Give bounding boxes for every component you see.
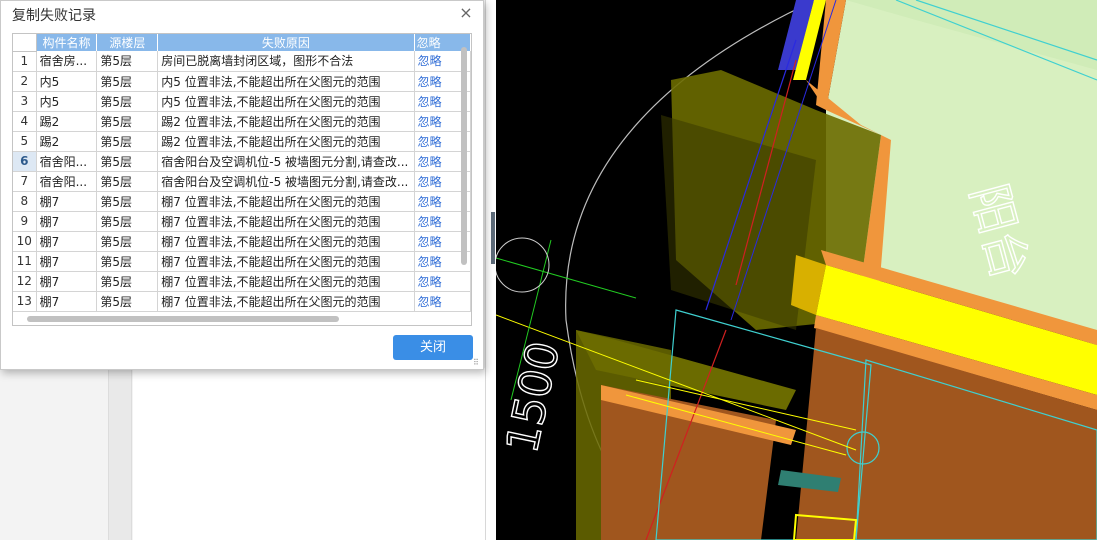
cell-source-floor[interactable]: 第5层 [96,291,159,312]
row-number: 10 [13,231,37,252]
cad-drawing: 阳台 1500 [496,0,1097,540]
cell-component-name[interactable]: 棚7 [36,231,98,252]
table-row[interactable]: 12 棚7 第5层 棚7 位置非法,不能超出所在父图元的范围 忽略 [13,271,471,292]
cell-component-name[interactable]: 踢2 [36,131,98,152]
cell-failure-reason[interactable]: 踢2 位置非法,不能超出所在父图元的范围 [157,131,415,152]
row-number: 5 [13,131,37,152]
close-button[interactable]: 关闭 [393,335,473,360]
row-number: 6 [13,151,37,172]
cell-failure-reason[interactable]: 宿舍阳台及空调机位-5 被墙图元分割,请查改... [157,171,415,192]
divider-handle[interactable] [491,212,495,264]
row-number: 4 [13,111,37,132]
table-corner [13,34,37,52]
cell-source-floor[interactable]: 第5层 [96,271,159,292]
column-header-floor[interactable]: 源楼层 [96,34,159,51]
cell-source-floor[interactable]: 第5层 [96,211,159,232]
cell-component-name[interactable]: 宿舍房... [36,51,98,72]
row-number: 9 [13,211,37,232]
row-number: 7 [13,171,37,192]
cell-source-floor[interactable]: 第5层 [96,71,159,92]
cell-failure-reason[interactable]: 房间已脱离墙封闭区域，图形不合法 [157,51,415,72]
copy-failure-dialog[interactable]: 复制失败记录 × 构件名称 源楼层 失败原因 忽略 1 宿舍房... 第5层 房间已脱… [0,0,484,370]
column-header-reason[interactable]: 失败原因 [157,34,415,51]
resize-grip-icon[interactable]: ⠿ [473,359,481,367]
cell-failure-reason[interactable]: 棚7 位置非法,不能超出所在父图元的范围 [157,291,415,312]
cell-source-floor[interactable]: 第5层 [96,51,159,72]
cell-source-floor[interactable]: 第5层 [96,131,159,152]
dimension-text: 1500 [497,337,570,457]
row-number: 11 [13,251,37,272]
background-panel-gutter [108,368,132,540]
cell-failure-reason[interactable]: 棚7 位置非法,不能超出所在父图元的范围 [157,251,415,272]
cell-component-name[interactable]: 内5 [36,71,98,92]
table-row[interactable]: 11 棚7 第5层 棚7 位置非法,不能超出所在父图元的范围 忽略 [13,251,471,272]
vertical-scrollbar[interactable] [461,47,467,265]
cell-component-name[interactable]: 棚7 [36,271,98,292]
table-header-row: 构件名称 源楼层 失败原因 忽略 [13,34,471,52]
row-number: 2 [13,71,37,92]
table-row[interactable]: 9 棚7 第5层 棚7 位置非法,不能超出所在父图元的范围 忽略 [13,211,471,232]
row-number: 12 [13,271,37,292]
cell-failure-reason[interactable]: 棚7 位置非法,不能超出所在父图元的范围 [157,271,415,292]
table-row[interactable]: 1 宿舍房... 第5层 房间已脱离墙封闭区域，图形不合法 忽略 [13,51,471,72]
cell-source-floor[interactable]: 第5层 [96,91,159,112]
table-row[interactable]: 4 踢2 第5层 踢2 位置非法,不能超出所在父图元的范围 忽略 [13,111,471,132]
cell-source-floor[interactable]: 第5层 [96,151,159,172]
cell-source-floor[interactable]: 第5层 [96,191,159,212]
cell-component-name[interactable]: 棚7 [36,191,98,212]
table-row[interactable]: 7 宿舍阳... 第5层 宿舍阳台及空调机位-5 被墙图元分割,请查改... 忽略 [13,171,471,192]
background-panel [133,368,488,540]
cell-component-name[interactable]: 棚7 [36,291,98,312]
table-row[interactable]: 6 宿舍阳... 第5层 宿舍阳台及空调机位-5 被墙图元分割,请查改... 忽略 [13,151,471,172]
table-row[interactable]: 13 棚7 第5层 棚7 位置非法,不能超出所在父图元的范围 忽略 [13,291,471,312]
cell-source-floor[interactable]: 第5层 [96,231,159,252]
cell-failure-reason[interactable]: 内5 位置非法,不能超出所在父图元的范围 [157,71,415,92]
ignore-link[interactable]: 忽略 [414,271,471,292]
cell-failure-reason[interactable]: 宿舍阳台及空调机位-5 被墙图元分割,请查改... [157,151,415,172]
table-body: 1 宿舍房... 第5层 房间已脱离墙封闭区域，图形不合法 忽略 2 内5 第5层 内5 位置非… [13,51,471,312]
table-row[interactable]: 5 踢2 第5层 踢2 位置非法,不能超出所在父图元的范围 忽略 [13,131,471,152]
close-icon[interactable]: × [457,3,475,23]
dialog-title: 复制失败记录 [12,8,96,24]
cell-failure-reason[interactable]: 棚7 位置非法,不能超出所在父图元的范围 [157,191,415,212]
cell-component-name[interactable]: 宿舍阳... [36,171,98,192]
cell-component-name[interactable]: 棚7 [36,251,98,272]
cell-failure-reason[interactable]: 棚7 位置非法,不能超出所在父图元的范围 [157,211,415,232]
row-number: 1 [13,51,37,72]
row-number: 3 [13,91,37,112]
cell-failure-reason[interactable]: 内5 位置非法,不能超出所在父图元的范围 [157,91,415,112]
cell-source-floor[interactable]: 第5层 [96,251,159,272]
failure-table[interactable]: 构件名称 源楼层 失败原因 忽略 1 宿舍房... 第5层 房间已脱离墙封闭区域，图形… [12,33,472,326]
cell-failure-reason[interactable]: 踢2 位置非法,不能超出所在父图元的范围 [157,111,415,132]
row-number: 8 [13,191,37,212]
table-row[interactable]: 10 棚7 第5层 棚7 位置非法,不能超出所在父图元的范围 忽略 [13,231,471,252]
cad-viewport[interactable]: 阳台 1500 [496,0,1097,540]
viewport-divider[interactable] [485,0,493,540]
cell-component-name[interactable]: 棚7 [36,211,98,232]
column-header-name[interactable]: 构件名称 [36,34,98,51]
cell-component-name[interactable]: 内5 [36,91,98,112]
cell-source-floor[interactable]: 第5层 [96,171,159,192]
row-number: 13 [13,291,37,312]
table-row[interactable]: 3 内5 第5层 内5 位置非法,不能超出所在父图元的范围 忽略 [13,91,471,112]
table-row[interactable]: 2 内5 第5层 内5 位置非法,不能超出所在父图元的范围 忽略 [13,71,471,92]
ignore-link[interactable]: 忽略 [414,291,471,312]
cell-component-name[interactable]: 踢2 [36,111,98,132]
horizontal-scrollbar[interactable] [27,316,339,322]
table-row[interactable]: 8 棚7 第5层 棚7 位置非法,不能超出所在父图元的范围 忽略 [13,191,471,212]
cell-failure-reason[interactable]: 棚7 位置非法,不能超出所在父图元的范围 [157,231,415,252]
cell-source-floor[interactable]: 第5层 [96,111,159,132]
cell-component-name[interactable]: 宿舍阳... [36,151,98,172]
